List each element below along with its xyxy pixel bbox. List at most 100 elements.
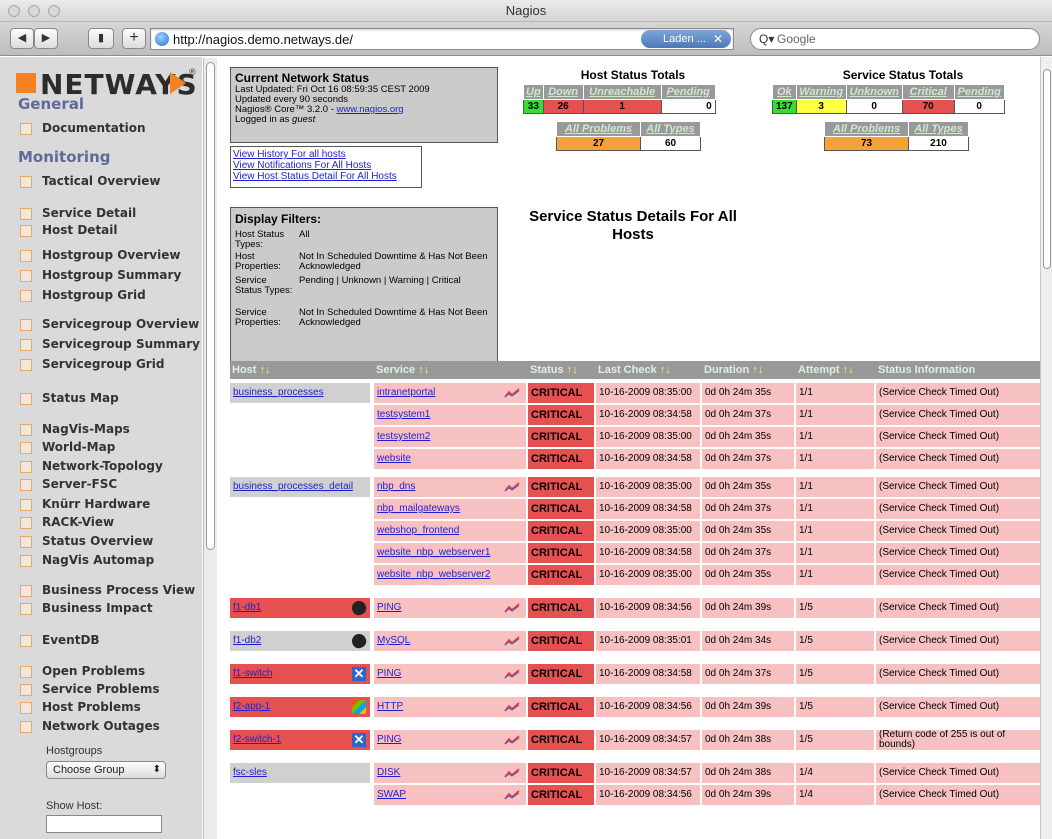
column-header[interactable]: Status Information	[876, 361, 975, 379]
loading-label: Laden ...	[663, 33, 706, 45]
last-check-cell: 10-16-2009 08:35:00	[596, 383, 700, 403]
host-link[interactable]: business_processes	[233, 387, 324, 398]
status-info-cell: (Return code of 255 is out of bounds)	[876, 730, 1040, 750]
sort-arrows-icon[interactable]: ↑↓	[567, 364, 578, 376]
hostgroup-select[interactable]: Choose Group ⬍	[46, 761, 166, 779]
attempt-cell: 1/5	[796, 631, 874, 651]
service-link[interactable]: website_nbp_webserver1	[377, 547, 490, 558]
host-link[interactable]: f1-db1	[233, 602, 261, 613]
bookmark-icon[interactable]: ▮	[88, 28, 114, 49]
sort-arrows-icon[interactable]: ↑↓	[752, 364, 763, 376]
svc-all-types-header[interactable]: All Types	[908, 121, 969, 137]
column-header[interactable]: Last Check ↑↓	[596, 361, 671, 379]
sort-arrows-icon[interactable]: ↑↓	[260, 364, 271, 376]
logged-in: Logged in as guest	[235, 115, 493, 125]
graph-icon[interactable]	[504, 669, 520, 679]
column-header[interactable]: Duration ↑↓	[702, 361, 763, 379]
status-cell: CRITICAL	[528, 499, 594, 519]
last-check-cell: 10-16-2009 08:34:56	[596, 598, 700, 618]
service-link[interactable]: MySQL	[377, 635, 410, 646]
service-link[interactable]: webshop_frontend	[377, 525, 459, 536]
graph-icon[interactable]	[504, 790, 520, 800]
service-link[interactable]: website_nbp_webserver2	[377, 569, 490, 580]
service-link[interactable]: testsystem1	[377, 409, 430, 420]
column-header[interactable]: Host ↑↓	[230, 361, 271, 379]
svc-unknown-header[interactable]: Unknown	[845, 84, 903, 100]
svc-critical-header[interactable]: Critical	[901, 84, 955, 100]
show-host-input[interactable]	[46, 815, 162, 833]
graph-icon[interactable]	[504, 603, 520, 613]
sidebar-item-label: Server-FSC	[42, 477, 118, 491]
filter-value: All	[299, 229, 310, 240]
duration-cell: 0d 0h 24m 37s	[702, 664, 794, 684]
add-bookmark-button[interactable]: +	[122, 28, 146, 49]
page-scrollbar[interactable]	[1040, 57, 1052, 839]
service-link[interactable]: intranetportal	[377, 387, 435, 398]
view-notifications-link[interactable]: View Notifications For All Hosts	[233, 160, 419, 171]
forward-button[interactable]: ▶	[34, 28, 58, 49]
host-unreachable-header[interactable]: Unreachable	[582, 84, 662, 100]
service-link[interactable]: PING	[377, 668, 401, 679]
host-up-header[interactable]: Up	[523, 84, 544, 100]
nav-bullet-icon	[20, 442, 32, 454]
service-cell: nbp_mailgateways	[374, 499, 526, 519]
service-link[interactable]: website	[377, 453, 411, 464]
sidebar-item-label: Documentation	[42, 121, 146, 135]
nav-bullet-icon	[20, 684, 32, 696]
back-button[interactable]: ◀	[10, 28, 34, 49]
view-history-link[interactable]: View History For all hosts	[233, 149, 419, 160]
service-link[interactable]: nbp_dns	[377, 481, 415, 492]
column-header[interactable]: Attempt ↑↓	[796, 361, 854, 379]
host-link[interactable]: f2-app-1	[233, 701, 270, 712]
svc-warning-header[interactable]: Warning	[795, 84, 847, 100]
search-field[interactable]: Q▾ Google	[750, 28, 1040, 50]
duration-cell: 0d 0h 24m 35s	[702, 565, 794, 585]
sidebar-item-label: Servicegroup Overview	[42, 317, 200, 331]
last-check-cell: 10-16-2009 08:34:57	[596, 730, 700, 750]
host-link[interactable]: fsc-sles	[233, 767, 267, 778]
view-host-detail-link[interactable]: View Host Status Detail For All Hosts	[233, 171, 419, 182]
svc-pending-header[interactable]: Pending	[953, 84, 1005, 100]
service-link[interactable]: testsystem2	[377, 431, 430, 442]
graph-icon[interactable]	[504, 735, 520, 745]
sidebar-item-label: Host Detail	[42, 223, 118, 237]
sort-arrows-icon[interactable]: ↑↓	[843, 364, 854, 376]
nagios-link[interactable]: www.nagios.org	[337, 104, 404, 115]
graph-icon[interactable]	[504, 768, 520, 778]
sidebar-scrollbar[interactable]	[203, 58, 217, 839]
attempt-cell: 1/5	[796, 664, 874, 684]
host-down-header[interactable]: Down	[542, 84, 584, 100]
host-pending-header[interactable]: Pending	[660, 84, 716, 100]
sidebar-item-label: RACK-View	[42, 515, 115, 529]
service-link[interactable]: nbp_mailgateways	[377, 503, 460, 514]
host-all-types-header[interactable]: All Types	[640, 121, 701, 137]
graph-icon[interactable]	[504, 702, 520, 712]
svc-ok-header[interactable]: Ok	[772, 84, 797, 100]
last-check-cell: 10-16-2009 08:35:00	[596, 477, 700, 497]
service-link[interactable]: PING	[377, 734, 401, 745]
host-link[interactable]: f1-db2	[233, 635, 261, 646]
host-all-problems-header[interactable]: All Problems	[556, 121, 641, 137]
service-link[interactable]: PING	[377, 602, 401, 613]
host-link[interactable]: f2-switch-1	[233, 734, 281, 745]
nav-bullet-icon	[20, 479, 32, 491]
host-link[interactable]: f1-switch	[233, 668, 272, 679]
service-link[interactable]: SWAP	[377, 789, 406, 800]
graph-icon[interactable]	[504, 636, 520, 646]
host-link[interactable]: business_processes_detail	[233, 481, 353, 492]
graph-icon[interactable]	[504, 482, 520, 492]
graph-icon[interactable]	[504, 388, 520, 398]
stop-loading-icon[interactable]: ✕	[713, 30, 723, 48]
sort-arrows-icon[interactable]: ↑↓	[418, 364, 429, 376]
address-bar[interactable]: http://nagios.demo.netways.de/ Laden ...…	[150, 28, 734, 50]
column-header[interactable]: Status ↑↓	[528, 361, 578, 379]
last-check-cell: 10-16-2009 08:35:01	[596, 631, 700, 651]
service-link[interactable]: HTTP	[377, 701, 403, 712]
sidebar-scroll-thumb[interactable]	[206, 62, 215, 550]
host-cell	[230, 785, 370, 805]
column-header[interactable]: Service ↑↓	[374, 361, 429, 379]
sort-arrows-icon[interactable]: ↑↓	[660, 364, 671, 376]
svc-all-problems-header[interactable]: All Problems	[824, 121, 909, 137]
page-scroll-thumb[interactable]	[1043, 69, 1051, 269]
service-link[interactable]: DISK	[377, 767, 400, 778]
